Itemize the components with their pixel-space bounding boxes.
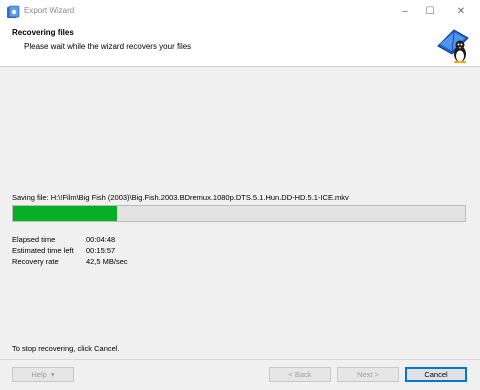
stat-value: 00:04:48	[86, 235, 116, 244]
recovery-stats: Elapsed time 00:04:48 Estimated time lef…	[12, 234, 128, 267]
back-button[interactable]: < Back	[269, 367, 331, 382]
wizard-header: Recovering files Please wait while the w…	[0, 22, 480, 67]
stop-hint: To stop recovering, click Cancel.	[12, 344, 120, 353]
stat-label: Recovery rate	[12, 257, 59, 266]
next-button[interactable]: Next >	[337, 367, 399, 382]
help-button[interactable]: Help ▾	[12, 367, 74, 382]
penguin-book-icon	[437, 29, 469, 64]
wizard-app-icon	[7, 5, 20, 18]
progress-fill	[13, 206, 117, 221]
saving-file-status: Saving file: H:\!Film\Big Fish (2003)\Bi…	[12, 193, 349, 202]
stat-value: 00:15:57	[86, 246, 116, 255]
stat-label: Elapsed time	[12, 235, 56, 244]
stat-row-time-left: Estimated time left 00:15:57	[12, 245, 128, 256]
stat-label: Estimated time left	[12, 246, 74, 255]
chevron-down-icon: ▾	[50, 370, 55, 379]
close-icon: ✕	[456, 5, 466, 17]
cancel-button[interactable]: Cancel	[405, 367, 467, 382]
stat-row-elapsed: Elapsed time 00:04:48	[12, 234, 128, 245]
minimize-icon: –	[402, 5, 408, 17]
title-bar: Export Wizard – ☐ ✕	[0, 0, 480, 23]
page-subtitle: Please wait while the wizard recovers yo…	[24, 42, 192, 51]
window-title: Export Wizard	[24, 6, 75, 15]
stat-row-rate: Recovery rate 42,5 MB/sec	[12, 256, 128, 267]
maximize-icon: ☐	[425, 5, 435, 17]
recovery-progress-bar	[12, 205, 466, 222]
footer-divider	[0, 359, 480, 360]
close-button[interactable]: ✕	[446, 0, 476, 22]
stat-value: 42,5 MB/sec	[86, 257, 128, 266]
page-title: Recovering files	[12, 28, 74, 37]
help-label: Help	[31, 370, 47, 379]
maximize-button[interactable]: ☐	[415, 0, 445, 22]
